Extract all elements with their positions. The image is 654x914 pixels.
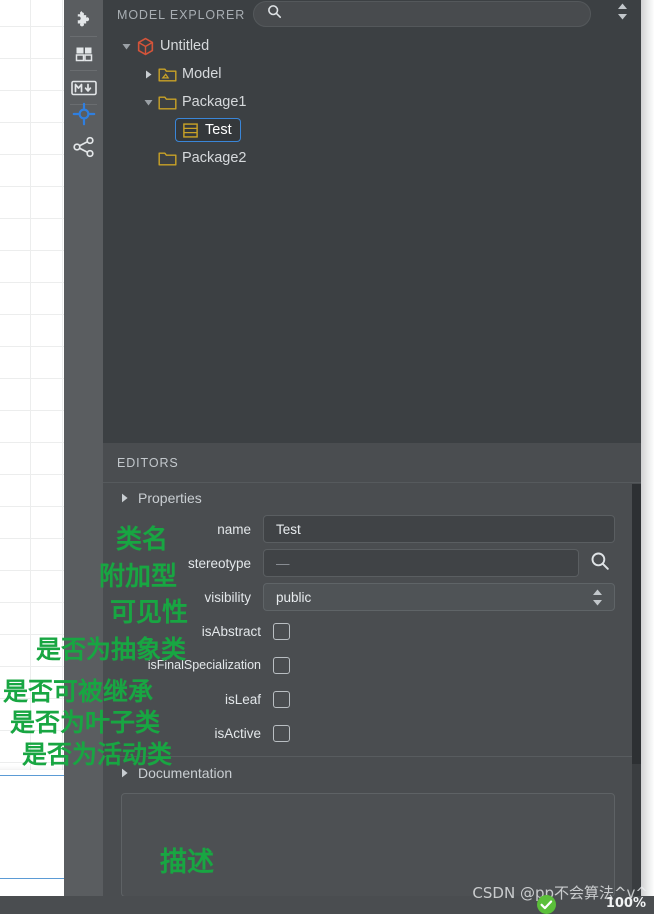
package-folder-icon — [157, 92, 177, 112]
share-nodes-icon — [72, 136, 96, 158]
tree-node-label: Package2 — [182, 150, 247, 166]
markdown-icon — [70, 79, 97, 97]
tree-node-content[interactable]: Package1 — [157, 92, 247, 112]
grid-blocks-icon — [74, 44, 94, 64]
properties-section-label: Properties — [138, 490, 202, 506]
editors-body: Properties name Test stereotype — visibility… — [103, 484, 641, 897]
field-label-stereotype: stereotype — [187, 555, 251, 571]
name-input[interactable]: Test — [263, 515, 615, 543]
app-root: MODEL EXPLORER Untitled Model Package1 T… — [0, 0, 654, 914]
tree-node-content[interactable]: Untitled — [135, 36, 209, 56]
rail-item-share[interactable] — [64, 131, 103, 162]
tree-node-content[interactable]: Package2 — [157, 148, 247, 168]
model-explorer-title: MODEL EXPLORER — [117, 7, 246, 22]
documentation-section-header[interactable]: Documentation — [103, 759, 641, 787]
field-label-isActive: isActive — [214, 725, 261, 741]
green-check-badge-icon — [536, 894, 557, 914]
model-tree[interactable]: Untitled Model Package1 Test Package2 — [103, 32, 641, 172]
tree-node-label: Test — [205, 122, 232, 138]
rail-divider-2 — [70, 70, 97, 71]
field-label-isFinalSpecialization: isFinalSpecialization — [147, 658, 261, 672]
tree-node-package1[interactable]: Package1 — [103, 88, 641, 116]
tree-node-content[interactable]: Model — [157, 64, 222, 84]
tree-node-label: Package1 — [182, 94, 247, 110]
field-label-name: name — [217, 521, 251, 537]
field-row-isLeaf: isLeaf — [103, 682, 641, 716]
tree-node-package2[interactable]: Package2 — [103, 144, 641, 172]
stereotype-input[interactable]: — — [263, 549, 579, 577]
model-folder-icon — [157, 64, 177, 84]
isLeaf-checkbox[interactable] — [273, 690, 290, 708]
rail-item-grid[interactable] — [64, 38, 103, 69]
toolbar-rail — [64, 0, 103, 896]
tree-node-test[interactable]: Test — [103, 116, 641, 144]
field-row-stereotype: stereotype — — [103, 546, 641, 580]
section-divider — [103, 756, 641, 757]
visibility-selected-value: public — [276, 589, 312, 605]
chevron-right-icon — [121, 490, 129, 506]
editors-title: EDITORS — [117, 455, 179, 470]
chevron-down-icon[interactable] — [117, 32, 135, 60]
target-crosshair-icon — [72, 102, 96, 126]
field-row-isAbstract: isAbstract — [103, 614, 641, 648]
project-cube-icon — [135, 36, 155, 56]
field-label-isAbstract: isAbstract — [201, 623, 261, 639]
tree-node-label: Model — [182, 66, 222, 82]
package-folder-icon — [157, 148, 177, 168]
field-row-name: name Test — [103, 512, 641, 546]
chevron-right-icon[interactable] — [139, 60, 157, 88]
rail-divider-1 — [70, 36, 97, 37]
isAbstract-checkbox[interactable] — [273, 622, 290, 640]
tree-node-selected[interactable]: Test — [175, 118, 241, 142]
properties-section-header[interactable]: Properties — [103, 484, 641, 512]
stereotype-search-button[interactable] — [585, 549, 615, 577]
up-down-stepper-icon — [616, 2, 629, 26]
up-down-stepper-icon — [591, 588, 604, 607]
editors-scrollbar-thumb[interactable] — [632, 484, 641, 764]
puzzle-piece-icon — [74, 10, 94, 30]
model-explorer-search[interactable] — [253, 1, 591, 27]
tree-node-model[interactable]: Model — [103, 60, 641, 88]
rail-item-puzzle[interactable] — [64, 4, 103, 35]
field-row-visibility: visibility public — [103, 580, 641, 614]
explorer-stepper-button[interactable] — [613, 2, 631, 26]
model-explorer-panel: MODEL EXPLORER Untitled Model Package1 T… — [103, 0, 641, 443]
chevron-down-icon[interactable] — [139, 88, 157, 116]
right-edge-strip — [641, 0, 654, 896]
model-explorer-header: MODEL EXPLORER — [103, 0, 641, 29]
field-label-isLeaf: isLeaf — [224, 691, 261, 707]
documentation-section-label: Documentation — [138, 765, 233, 781]
tree-node-untitled[interactable]: Untitled — [103, 32, 641, 60]
field-label-visibility: visibility — [204, 589, 251, 605]
field-row-isFinalSpecialization: isFinalSpecialization — [103, 648, 641, 682]
chevron-right-icon — [121, 765, 129, 781]
tree-node-label: Untitled — [160, 38, 210, 54]
editors-header: EDITORS — [103, 443, 641, 483]
rail-item-target[interactable] — [64, 98, 103, 129]
visibility-select[interactable]: public — [263, 583, 615, 611]
zoom-level-label: 100% — [605, 896, 646, 911]
isFinalSpecialization-checkbox[interactable] — [273, 656, 290, 674]
uml-class-icon — [180, 120, 200, 140]
search-icon — [590, 551, 610, 576]
property-fields: name Test stereotype — visibility public isAbs… — [103, 512, 641, 750]
editors-panel: EDITORS Properties name Test stereotype — vi… — [103, 443, 641, 897]
search-icon — [267, 4, 282, 24]
isActive-checkbox[interactable] — [273, 724, 290, 742]
field-row-isActive: isActive — [103, 716, 641, 750]
